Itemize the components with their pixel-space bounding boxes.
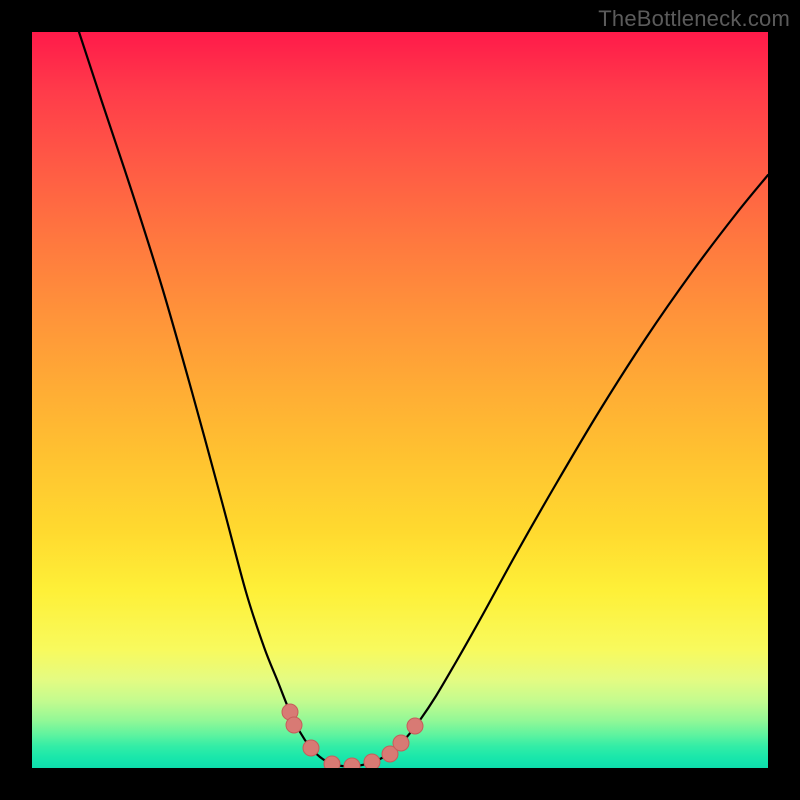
chart-frame: TheBottleneck.com xyxy=(0,0,800,800)
bottleneck-curve-path xyxy=(79,32,768,766)
curve-marker xyxy=(303,740,319,756)
watermark-text: TheBottleneck.com xyxy=(598,6,790,32)
curve-marker xyxy=(407,718,423,734)
plot-area xyxy=(32,32,768,768)
curve-marker xyxy=(364,754,380,768)
chart-svg xyxy=(32,32,768,768)
curve-marker xyxy=(286,717,302,733)
curve-marker xyxy=(393,735,409,751)
curve-marker xyxy=(324,756,340,768)
curve-marker xyxy=(344,758,360,768)
